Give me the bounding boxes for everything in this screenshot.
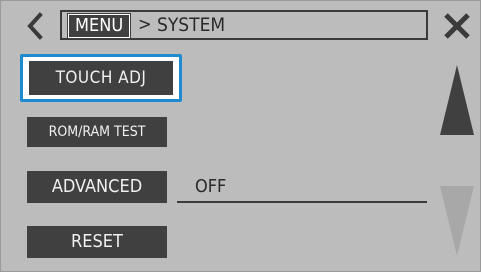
scroll-up-triangle-icon	[440, 65, 474, 135]
rom-ram-test-button[interactable]: ROM/RAM TEST	[27, 117, 167, 147]
scroll-down-button[interactable]	[439, 184, 475, 258]
advanced-value-field: OFF	[177, 171, 427, 203]
system-menu-screen: MENU > SYSTEM TOUCH ADJ ROM/RAM TEST ADV…	[0, 0, 481, 272]
breadcrumb-menu-link[interactable]: MENU	[66, 13, 132, 39]
scroll-up-button[interactable]	[439, 63, 475, 137]
advanced-value: OFF	[195, 176, 227, 197]
scroll-down-triangle-icon	[440, 186, 474, 256]
back-button[interactable]	[21, 11, 51, 41]
chevron-left-icon	[27, 12, 43, 40]
breadcrumb-current: SYSTEM	[157, 14, 226, 36]
touch-adj-button[interactable]: TOUCH ADJ	[29, 61, 173, 95]
breadcrumb-separator: >	[138, 14, 152, 35]
close-button[interactable]	[443, 12, 471, 40]
close-icon	[444, 13, 470, 39]
breadcrumb: MENU > SYSTEM	[60, 10, 428, 40]
reset-button[interactable]: RESET	[27, 226, 167, 258]
advanced-button[interactable]: ADVANCED	[27, 171, 167, 203]
